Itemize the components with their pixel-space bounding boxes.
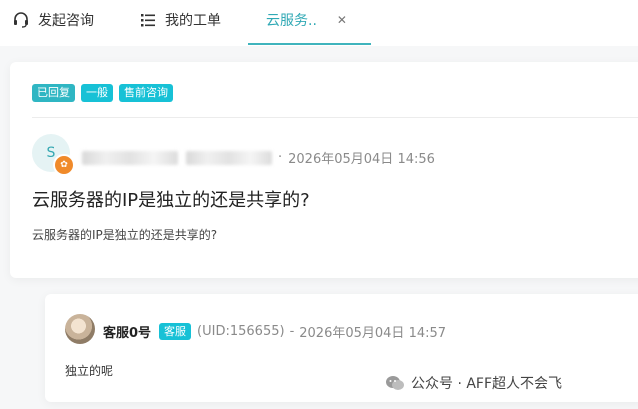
- ticket-card: 已回复 一般 售前咨询 S ✿ · 2026年05月04日 14:56 云服务器…: [10, 62, 638, 278]
- reply-body: 独立的呢: [65, 364, 114, 378]
- tab-cloud-server-ticket[interactable]: 云服务.. ✕: [250, 0, 370, 40]
- agent-name: 客服0号: [103, 326, 152, 341]
- ticket-title: 云服务器的IP是独立的还是共享的?: [32, 190, 310, 211]
- close-icon[interactable]: ✕: [337, 13, 347, 27]
- headset-icon: [12, 11, 30, 29]
- tab-my-tickets[interactable]: 我的工单: [139, 0, 221, 40]
- ticket-tags: 已回复 一般 售前咨询: [32, 84, 173, 102]
- ticket-meta: · 2026年05月04日 14:56: [82, 148, 435, 167]
- meta-separator: ·: [278, 150, 283, 165]
- tab-label: 我的工单: [165, 13, 221, 29]
- ticket-timestamp: 2026年05月04日 14:56: [288, 152, 435, 167]
- agent-role-badge: 客服: [159, 323, 192, 340]
- agent-avatar: [65, 314, 95, 344]
- ticket-body: 云服务器的IP是独立的还是共享的?: [32, 228, 218, 242]
- redacted-uid: [186, 150, 272, 165]
- tab-bar: 发起咨询 我的工单 云服务.. ✕: [0, 0, 638, 46]
- reply-meta: 客服0号 客服 (UID:156655) - 2026年05月04日 14:57: [103, 322, 446, 341]
- watermark: 公众号 · AFF超人不会飞: [385, 373, 562, 393]
- divider: [32, 117, 638, 118]
- watermark-text: 公众号 · AFF超人不会飞: [411, 376, 563, 392]
- status-badge: 已回复: [32, 84, 75, 102]
- priority-badge: 一般: [81, 84, 113, 102]
- tab-label: 云服务..: [266, 13, 317, 29]
- active-tab-indicator: [248, 43, 371, 45]
- redacted-username: [82, 150, 178, 165]
- reply-timestamp: 2026年05月04日 14:57: [299, 326, 447, 341]
- agent-uid: (UID:156655): [197, 324, 285, 339]
- list-icon: [139, 11, 157, 29]
- user-level-icon: ✿: [53, 154, 75, 176]
- meta-separator: -: [289, 324, 295, 339]
- wechat-icon: [385, 375, 405, 391]
- tab-new-inquiry[interactable]: 发起咨询: [12, 0, 94, 40]
- category-badge: 售前咨询: [119, 84, 173, 102]
- tab-label: 发起咨询: [38, 13, 94, 29]
